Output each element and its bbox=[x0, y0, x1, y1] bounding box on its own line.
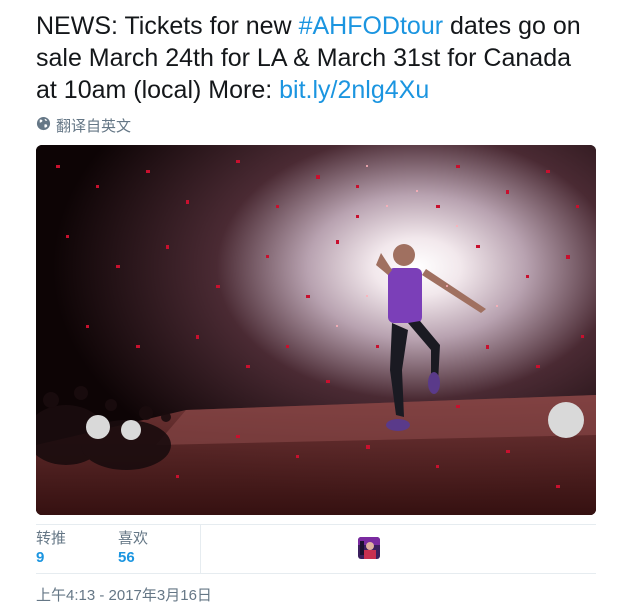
short-url-link[interactable]: bit.ly/2nlg4Xu bbox=[279, 76, 429, 104]
retweets-count: 9 bbox=[36, 549, 45, 566]
likes-stat[interactable]: 喜欢 56 bbox=[118, 529, 148, 567]
hashtag-link[interactable]: #AHFODtour bbox=[299, 12, 443, 40]
tweet-stats: 转推 9 喜欢 56 bbox=[36, 524, 596, 574]
liker-avatars bbox=[358, 537, 380, 559]
tweet-timestamp[interactable]: 上午4:13 - 2017年3月16日 bbox=[36, 584, 212, 605]
tweet-photo[interactable] bbox=[36, 145, 596, 515]
stats-divider bbox=[200, 525, 201, 573]
translate-label: 翻译自英文 bbox=[56, 117, 132, 135]
retweets-label: 转推 bbox=[36, 530, 67, 547]
tweet-text-start: NEWS: Tickets for new bbox=[36, 12, 299, 40]
likes-count: 56 bbox=[118, 549, 135, 566]
retweets-stat[interactable]: 转推 9 bbox=[36, 529, 66, 567]
translate-tweet-link[interactable]: 翻译自英文 bbox=[36, 115, 131, 135]
tweet-text: NEWS: Tickets for new #AHFODtour dates g… bbox=[36, 10, 596, 106]
avatar[interactable] bbox=[358, 537, 380, 559]
concert-photo bbox=[36, 145, 596, 515]
globe-icon bbox=[36, 116, 51, 135]
likes-label: 喜欢 bbox=[118, 530, 149, 547]
